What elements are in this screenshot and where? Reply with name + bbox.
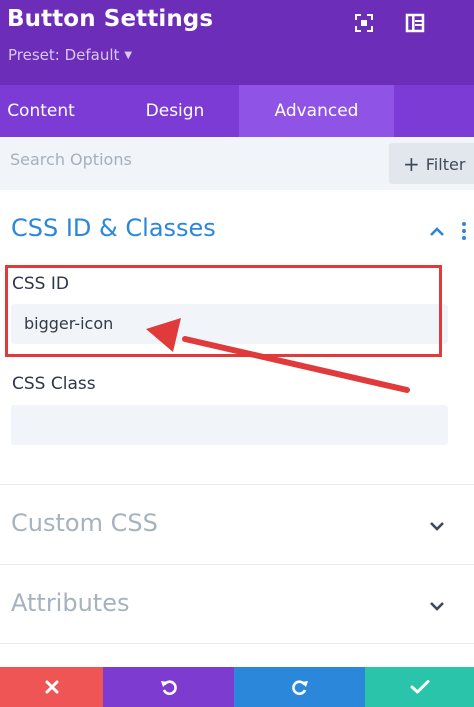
search-input[interactable]: Search Options bbox=[10, 150, 132, 169]
section-divider bbox=[0, 564, 474, 565]
highlight-box bbox=[5, 265, 442, 357]
check-icon bbox=[410, 680, 429, 694]
css-class-input[interactable] bbox=[11, 405, 448, 445]
tab-advanced[interactable]: Advanced bbox=[239, 85, 394, 137]
plus-icon: + bbox=[403, 152, 420, 176]
section-title-css-id-classes[interactable]: CSS ID & Classes bbox=[11, 214, 216, 242]
tab-design[interactable]: Design bbox=[126, 85, 224, 137]
more-options-icon[interactable] bbox=[460, 222, 468, 244]
redo-icon bbox=[291, 680, 308, 695]
preset-dropdown[interactable]: Preset: Default ▼ bbox=[8, 46, 132, 64]
css-class-label: CSS Class bbox=[12, 374, 96, 394]
undo-button[interactable] bbox=[103, 667, 234, 707]
save-button[interactable] bbox=[365, 667, 474, 707]
split-view-icon[interactable] bbox=[404, 12, 426, 34]
chevron-down-icon[interactable] bbox=[429, 600, 445, 612]
preset-label: Preset: Default bbox=[8, 46, 120, 64]
caret-down-icon: ▼ bbox=[124, 50, 133, 61]
section-divider bbox=[0, 643, 474, 644]
modal-title: Button Settings bbox=[7, 6, 214, 32]
filter-button[interactable]: + Filter bbox=[389, 143, 474, 184]
tab-bar: Content Design Advanced bbox=[0, 85, 474, 137]
chevron-down-icon[interactable] bbox=[429, 520, 445, 532]
fullscreen-icon[interactable] bbox=[353, 12, 375, 34]
section-title-attributes[interactable]: Attributes bbox=[11, 589, 129, 617]
tab-content[interactable]: Content bbox=[0, 85, 82, 137]
undo-icon bbox=[160, 680, 177, 695]
redo-button[interactable] bbox=[234, 667, 365, 707]
section-divider bbox=[0, 484, 474, 485]
action-bar bbox=[0, 667, 474, 707]
chevron-up-icon[interactable] bbox=[429, 226, 445, 238]
filter-label: Filter bbox=[425, 155, 466, 174]
section-title-custom-css[interactable]: Custom CSS bbox=[11, 509, 158, 537]
close-icon bbox=[45, 680, 58, 694]
settings-header: Button Settings Preset: Default ▼ bbox=[0, 0, 474, 85]
cancel-button[interactable] bbox=[0, 667, 103, 707]
